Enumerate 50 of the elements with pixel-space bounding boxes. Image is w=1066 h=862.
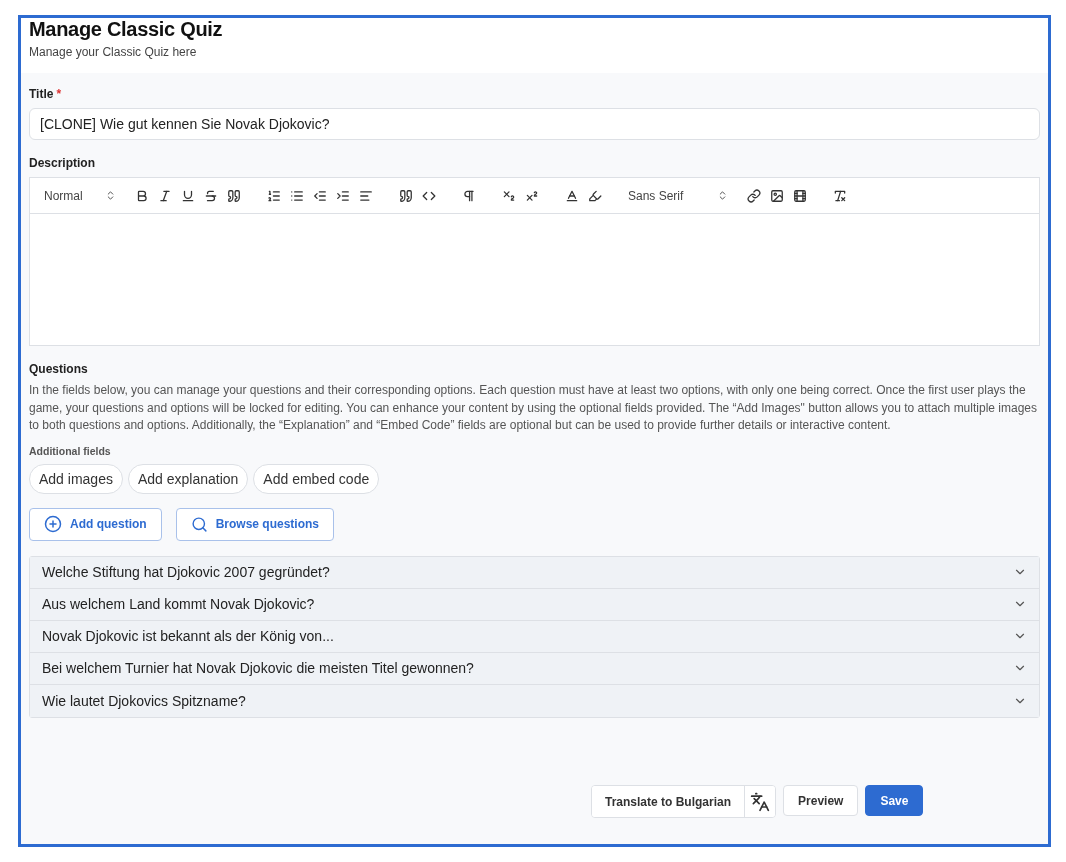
image-icon[interactable]	[770, 188, 784, 203]
browse-questions-button[interactable]: Browse questions	[175, 507, 335, 541]
format-dropdown[interactable]: Normal	[44, 188, 116, 203]
save-button[interactable]: Save	[865, 785, 924, 816]
strikethrough-icon[interactable]	[204, 188, 218, 203]
pilcrow-icon[interactable]	[462, 188, 476, 203]
translate-icon	[750, 791, 771, 812]
format-dropdown[interactable]: Sans Serif	[628, 188, 728, 203]
bullet-list-icon[interactable]	[290, 188, 304, 203]
subscript-icon[interactable]	[502, 188, 516, 203]
bold-icon[interactable]	[135, 188, 149, 203]
text-color-icon[interactable]	[565, 188, 579, 203]
italic-icon[interactable]	[158, 188, 172, 203]
highlight-icon[interactable]	[588, 188, 602, 203]
quote-icon[interactable]	[399, 188, 413, 203]
link-icon[interactable]	[747, 188, 761, 203]
additional-fields-label: Additional fields	[29, 444, 112, 457]
question-row[interactable]: Bei welchem Turnier hat Novak Djokovic die meisten Titel gewonnen?	[30, 652, 1039, 685]
superscript-icon[interactable]	[525, 188, 539, 203]
field-label: Description	[29, 156, 95, 170]
question-row[interactable]: Wie lautet Djokovics Spitzname?	[30, 684, 1039, 717]
dropdown-icon	[105, 190, 116, 201]
plus-circle-icon	[44, 515, 62, 533]
quote-icon[interactable]	[227, 188, 241, 203]
question-row[interactable]: Aus welchem Land kommt Novak Djokovic?	[30, 588, 1039, 621]
rich-text-editor[interactable]: Normal Sans Serif	[29, 177, 1040, 346]
question-row[interactable]: Novak Djokovic ist bekannt als der König von...	[30, 620, 1039, 653]
underline-icon[interactable]	[181, 188, 195, 203]
question-row[interactable]: Welche Stiftung hat Djokovic 2007 gegründet?	[30, 556, 1039, 589]
page-title: Manage Classic Quiz	[29, 18, 224, 41]
page-subtitle: Manage your Classic Quiz here	[29, 45, 198, 59]
clear-format-icon[interactable]	[833, 188, 847, 203]
numbered-list-icon[interactable]	[267, 188, 281, 203]
add-field-chip[interactable]: Add embed code	[253, 463, 380, 494]
translate-icon-button[interactable]	[744, 786, 776, 817]
film-icon[interactable]	[793, 188, 807, 203]
title-input[interactable]: [CLONE] Wie gut kennen Sie Novak Djokovic?	[29, 108, 1040, 140]
add-question-button[interactable]: Add question	[29, 507, 162, 541]
outdent-icon[interactable]	[313, 188, 327, 203]
search-icon	[190, 515, 208, 533]
dropdown-icon	[717, 190, 728, 201]
help-text: In the fields below, you can manage your questions and their corresponding options. Each question must have at least two options, with only one being correct. Once the first user plays the game, your questions and options will be locked for editing. You can enhance your content by using the optional fields provided. The “Add Images" button allows you to attach multiple images to both questions and options. Additionally, the “Explanation” and “Embed Code” fields are optional but can be used to provide further details or interactive content.	[29, 382, 1038, 434]
indent-icon[interactable]	[336, 188, 350, 203]
section-label: Questions	[29, 362, 88, 376]
preview-button[interactable]: Preview	[783, 785, 859, 816]
add-field-chip[interactable]: Add images	[29, 463, 123, 494]
add-field-chip[interactable]: Add explanation	[127, 463, 249, 494]
required-mark: *	[56, 87, 62, 101]
field-label: Title	[29, 87, 54, 101]
align-left-icon[interactable]	[359, 188, 373, 203]
